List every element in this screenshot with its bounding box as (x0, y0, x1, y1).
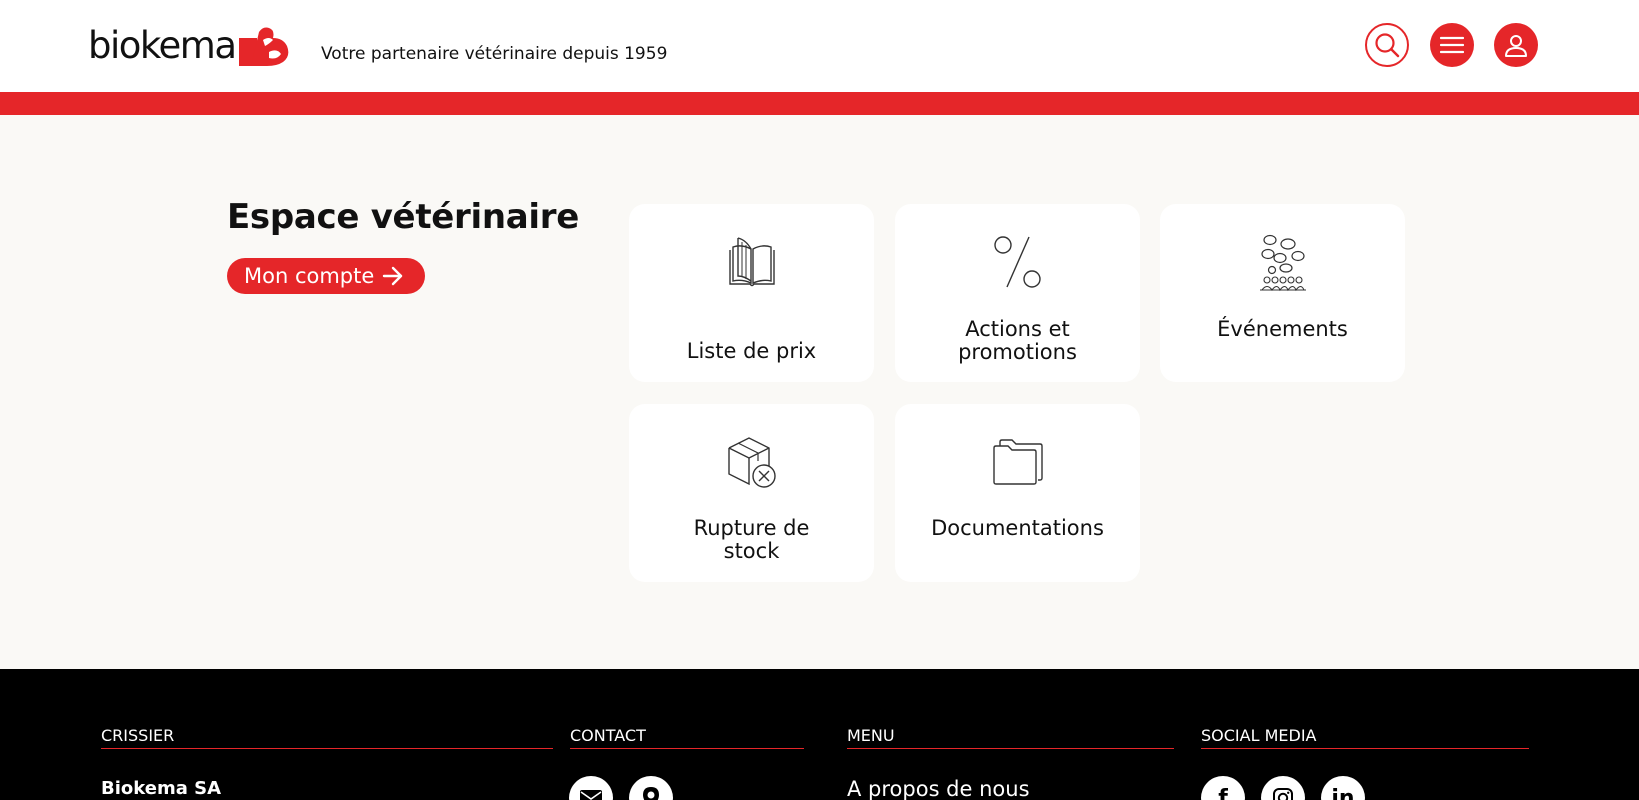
tile-label: Documentations (931, 516, 1104, 540)
linkedin-icon: in (1331, 785, 1355, 800)
site-header: biokema Votre partenaire vétérinaire dep… (0, 0, 1639, 92)
tile-events[interactable]: Événements (1160, 204, 1405, 382)
percent-icon (993, 236, 1041, 288)
footer-link-about[interactable]: A propos de nous (847, 777, 1030, 800)
footer-heading: SOCIAL MEDIA (1201, 726, 1529, 749)
tile-documentation[interactable]: Documentations (895, 404, 1140, 582)
tile-out-of-stock[interactable]: Rupture de stock (629, 404, 874, 582)
footer-col-menu: MENU (847, 726, 1174, 749)
footer-heading: CRISSIER (101, 726, 553, 749)
linkedin-button[interactable]: in (1321, 776, 1365, 800)
tile-label: Liste de prix (686, 339, 817, 363)
tagline: Votre partenaire vétérinaire depuis 1959 (321, 44, 668, 64)
email-button[interactable] (569, 776, 613, 800)
tile-label-line1: Rupture de (693, 516, 810, 540)
menu-icon (1440, 36, 1464, 54)
people-icon (1259, 234, 1306, 292)
tile-label-line2: stock (723, 539, 780, 563)
book-icon (728, 237, 775, 287)
menu-button[interactable] (1430, 23, 1474, 67)
tile-promotions[interactable]: Actions et promotions (895, 204, 1140, 382)
account-button[interactable] (1494, 23, 1538, 67)
my-account-button[interactable]: Mon compte (227, 258, 425, 294)
instagram-icon (1273, 788, 1293, 800)
header-red-bar (0, 92, 1639, 115)
search-icon (1375, 33, 1400, 58)
facebook-icon: f (1218, 785, 1228, 800)
logo-mark-icon (238, 27, 288, 66)
tile-label-line2: promotions (958, 340, 1077, 364)
map-pin-icon (643, 787, 659, 800)
footer-col-location: CRISSIER (101, 726, 553, 749)
folder-icon (992, 439, 1043, 485)
search-button[interactable] (1365, 23, 1409, 67)
tile-price-list[interactable]: Liste de prix (629, 204, 874, 382)
my-account-label: Mon compte (244, 264, 375, 288)
box-x-icon (727, 437, 776, 488)
facebook-button[interactable]: f (1201, 776, 1245, 800)
page-title: Espace vétérinaire (227, 197, 579, 237)
instagram-button[interactable] (1261, 776, 1305, 800)
tile-label-line1: Actions et (965, 317, 1070, 341)
footer-heading: MENU (847, 726, 1174, 749)
tile-label: Événements (1217, 317, 1348, 341)
mail-icon (580, 790, 602, 800)
footer-col-contact: CONTACT (570, 726, 804, 749)
company-name: Biokema SA (101, 778, 222, 799)
site-footer: CRISSIER CONTACT MENU SOCIAL MEDIA Bioke… (0, 669, 1639, 800)
arrow-right-icon (383, 266, 403, 286)
logo-wordmark: biokema (88, 24, 237, 67)
footer-col-social: SOCIAL MEDIA (1201, 726, 1529, 749)
biokema-logo[interactable]: biokema (88, 24, 289, 68)
location-button[interactable] (629, 776, 673, 800)
footer-heading: CONTACT (570, 726, 804, 749)
user-icon (1505, 35, 1527, 57)
